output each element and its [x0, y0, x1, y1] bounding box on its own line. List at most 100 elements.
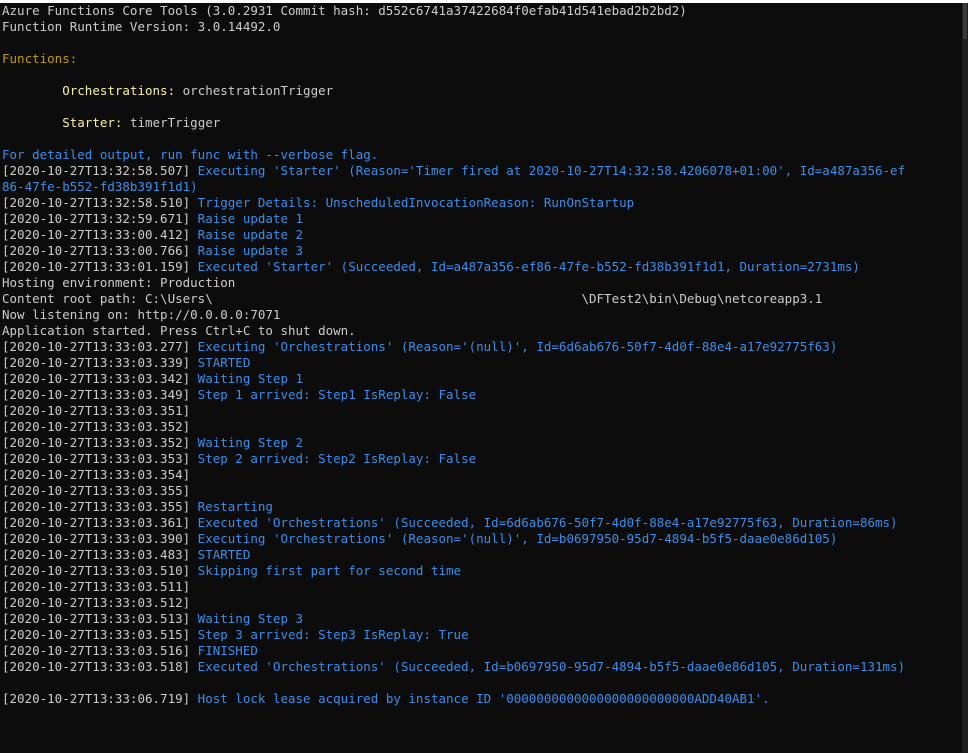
log-line: [2020-10-27T13:33:03.518] Executed 'Orch… [0, 659, 962, 675]
log-message: Raise update 3 [190, 243, 304, 258]
log-timestamp: [2020-10-27T13:33:03.355] [2, 483, 191, 498]
log-timestamp: [2020-10-27T13:33:03.518] [2, 659, 191, 674]
scrollbar-thumb[interactable] [963, 3, 967, 39]
log-line: [2020-10-27T13:33:03.354] [0, 467, 962, 483]
log-message: Step 1 arrived: Step1 IsReplay: False [190, 387, 477, 402]
log-timestamp: [2020-10-27T13:33:03.483] [2, 547, 191, 562]
log-timestamp: [2020-10-27T13:33:03.516] [2, 643, 191, 658]
log-line: [2020-10-27T13:33:03.515] Step 3 arrived… [0, 627, 962, 643]
log-message: FINISHED [190, 643, 258, 658]
log-message: Executing 'Orchestrations' (Reason='(nul… [190, 339, 838, 354]
redacted-path-text: D\...\...\...\DFTest2-2020-10-21-git-rep… [212, 291, 582, 306]
log-timestamp: [2020-10-27T13:32:58.507] [2, 163, 191, 178]
content-root-suffix: \DFTest2\bin\Debug\netcoreapp3.1 [581, 291, 823, 306]
log-line: [2020-10-27T13:33:06.719] Host lock leas… [0, 691, 962, 707]
log-message: Waiting Step 2 [190, 435, 304, 450]
log-line: [2020-10-27T13:33:03.355] Restarting [0, 499, 962, 515]
function-trigger: timerTrigger [129, 115, 221, 130]
log-line: [2020-10-27T13:33:03.352] [0, 419, 962, 435]
log-line: [2020-10-27T13:33:00.412] Raise update 2 [0, 227, 962, 243]
log-message: Executing 'Starter' (Reason='Timer fired… [190, 163, 906, 178]
log-message: Executed 'Orchestrations' (Succeeded, Id… [190, 659, 906, 674]
log-message: Restarting [190, 499, 273, 514]
log-message: Step 3 arrived: Step3 IsReplay: True [190, 627, 469, 642]
log-message: Host lock lease acquired by instance ID … [190, 691, 770, 706]
log-line: [2020-10-27T13:33:03.351] [0, 403, 962, 419]
log-message: Executed 'Starter' (Succeeded, Id=a487a3… [190, 259, 860, 274]
log-line: [2020-10-27T13:33:01.159] Executed 'Star… [0, 259, 962, 275]
log-message: Waiting Step 3 [190, 611, 304, 626]
log-line: [2020-10-27T13:33:03.353] Step 2 arrived… [0, 451, 962, 467]
function-trigger: orchestrationTrigger [182, 83, 334, 98]
verbose-hint: For detailed output, run func with --ver… [2, 147, 379, 162]
function-name: Starter: [62, 115, 123, 130]
log-message: Trigger Details: UnscheduledInvocationRe… [190, 195, 635, 210]
log-timestamp: [2020-10-27T13:33:03.355] [2, 499, 191, 514]
log-line: [2020-10-27T13:33:03.349] Step 1 arrived… [0, 387, 962, 403]
log-line: [2020-10-27T13:33:03.352] Waiting Step 2 [0, 435, 962, 451]
log-message: Skipping first part for second time [190, 563, 462, 578]
log-line: [2020-10-27T13:32:59.671] Raise update 1 [0, 211, 962, 227]
log-timestamp: [2020-10-27T13:33:03.511] [2, 579, 191, 594]
core-tools-version: Azure Functions Core Tools (3.0.2931 Com… [2, 3, 687, 18]
log-message: Executing 'Orchestrations' (Reason='(nul… [190, 531, 838, 546]
runtime-version: Function Runtime Version: 3.0.14492.0 [2, 19, 281, 34]
function-entry: Orchestrations: orchestrationTrigger [0, 83, 962, 99]
function-name: Orchestrations: [62, 83, 176, 98]
content-root: Content root path: C:\Users\D\...\...\..… [0, 291, 962, 307]
log-message: STARTED [190, 547, 251, 562]
log-line: [2020-10-27T13:33:03.277] Executing 'Orc… [0, 339, 962, 355]
log-line: [2020-10-27T13:33:03.342] Waiting Step 1 [0, 371, 962, 387]
log-timestamp: [2020-10-27T13:33:03.339] [2, 355, 191, 370]
log-timestamp: [2020-10-27T13:33:03.390] [2, 531, 191, 546]
log-line: [2020-10-27T13:33:03.483] STARTED [0, 547, 962, 563]
log-message: STARTED [190, 355, 251, 370]
header-line: Azure Functions Core Tools (3.0.2931 Com… [0, 3, 962, 19]
function-entry: Starter: timerTrigger [0, 115, 962, 131]
content-root-prefix: Content root path: C:\Users\ [2, 291, 213, 306]
log-line: [2020-10-27T13:33:03.339] STARTED [0, 355, 962, 371]
header-line: Function Runtime Version: 3.0.14492.0 [0, 19, 962, 35]
app-started: Application started. Press Ctrl+C to shu… [2, 323, 356, 338]
log-timestamp: [2020-10-27T13:33:03.352] [2, 435, 191, 450]
log-message: Waiting Step 1 [190, 371, 304, 386]
terminal-window[interactable]: Azure Functions Core Tools (3.0.2931 Com… [0, 3, 962, 753]
log-timestamp: [2020-10-27T13:33:03.352] [2, 419, 191, 434]
log-timestamp: [2020-10-27T13:33:03.342] [2, 371, 191, 386]
log-line: [2020-10-27T13:33:03.511] [0, 579, 962, 595]
log-line: [2020-10-27T13:33:03.390] Executing 'Orc… [0, 531, 962, 547]
log-line: [2020-10-27T13:33:03.512] [0, 595, 962, 611]
log-timestamp: [2020-10-27T13:32:58.510] [2, 195, 191, 210]
log-timestamp: [2020-10-27T13:33:03.512] [2, 595, 191, 610]
log-message: Raise update 2 [190, 227, 304, 242]
log-message: Raise update 1 [190, 211, 304, 226]
log-timestamp: [2020-10-27T13:33:01.159] [2, 259, 191, 274]
log-timestamp: [2020-10-27T13:33:03.351] [2, 403, 191, 418]
redacted-path: D\...\...\...\DFTest2-2020-10-21-git-rep… [210, 291, 584, 307]
log-timestamp: [2020-10-27T13:33:03.510] [2, 563, 191, 578]
log-message: Executed 'Orchestrations' (Succeeded, Id… [190, 515, 898, 530]
log-timestamp: [2020-10-27T13:33:03.515] [2, 627, 191, 642]
log-timestamp: [2020-10-27T13:33:03.349] [2, 387, 191, 402]
log-timestamp: [2020-10-27T13:33:06.719] [2, 691, 191, 706]
log-timestamp: [2020-10-27T13:33:03.513] [2, 611, 191, 626]
log-line: 86-47fe-b552-fd38b391f1d1) [0, 179, 962, 195]
log-line: [2020-10-27T13:33:03.355] [0, 483, 962, 499]
functions-heading: Functions: [2, 51, 78, 66]
log-line: [2020-10-27T13:32:58.507] Executing 'Sta… [0, 163, 962, 179]
log-timestamp: [2020-10-27T13:33:03.353] [2, 451, 191, 466]
log-line: [2020-10-27T13:33:03.516] FINISHED [0, 643, 962, 659]
log-line: [2020-10-27T13:33:03.513] Waiting Step 3 [0, 611, 962, 627]
log-timestamp: [2020-10-27T13:33:03.277] [2, 339, 191, 354]
log-timestamp: [2020-10-27T13:33:03.361] [2, 515, 191, 530]
host-env: Hosting environment: Production [2, 275, 236, 290]
log-line: [2020-10-27T13:33:03.510] Skipping first… [0, 563, 962, 579]
log-message: Step 2 arrived: Step2 IsReplay: False [190, 451, 477, 466]
log-timestamp: [2020-10-27T13:33:00.766] [2, 243, 191, 258]
vertical-scrollbar[interactable] [962, 3, 968, 753]
log-message: 86-47fe-b552-fd38b391f1d1) [2, 179, 198, 194]
log-timestamp: [2020-10-27T13:33:03.354] [2, 467, 191, 482]
log-timestamp: [2020-10-27T13:33:00.412] [2, 227, 191, 242]
listening-url: Now listening on: http://0.0.0.0:7071 [2, 307, 281, 322]
log-timestamp: [2020-10-27T13:32:59.671] [2, 211, 191, 226]
